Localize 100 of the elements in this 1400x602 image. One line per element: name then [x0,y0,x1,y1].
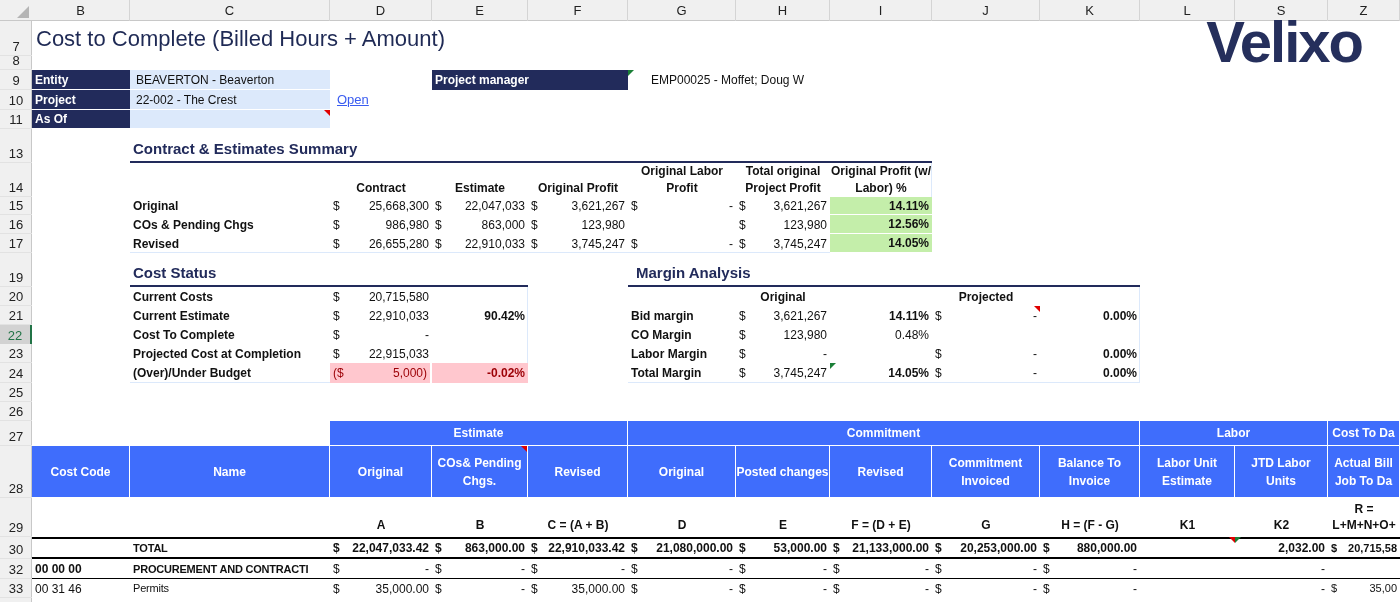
field-value: EMP00025 - Moffet; Doug W [651,72,805,89]
currency-symbol: $ [1043,580,1050,598]
amount: - [1033,345,1037,363]
currency-symbol: $ [333,540,340,557]
row-header[interactable]: 8 [0,56,32,70]
row-header[interactable]: 20 [0,287,32,306]
column-heading: Original Profit [537,180,619,197]
column-header[interactable]: Z [1328,0,1400,21]
row-header[interactable]: 16 [0,215,32,234]
open-link[interactable]: Open [337,90,369,110]
row-header[interactable]: 19 [0,258,32,287]
column-header[interactable]: E [432,0,528,21]
currency-symbol: $ [935,580,942,598]
currency-symbol: $ [739,326,746,344]
currency-symbol: $ [631,198,638,215]
amount: - [1033,307,1037,325]
input-field[interactable] [130,110,330,129]
row-header[interactable]: 17 [0,234,32,253]
currency-symbol: $ [435,235,442,253]
input-field[interactable]: 22-002 - The Crest [130,90,330,110]
row-header[interactable]: 7 [0,21,32,56]
amount: - [729,580,733,598]
row-header[interactable]: 30 [0,537,32,559]
column-header[interactable]: C [130,0,330,21]
group-header: Cost To Da [1328,421,1400,446]
column-header[interactable]: K [1040,0,1140,21]
section-title: Contract & Estimates Summary [130,135,932,163]
column-heading: Original Profit (w/ Labor) % [830,163,932,197]
column-header[interactable]: G [628,0,736,21]
currency-symbol: $ [435,580,442,598]
amount: 35,00 [1369,581,1397,597]
currency-symbol: $ [739,198,746,215]
currency-symbol: $ [531,561,538,578]
percentage: 0.00% [1102,345,1137,363]
amount: 22,047,033.42 [352,540,429,557]
amount: 863,000 [481,216,525,234]
row-label: Cost To Complete [132,326,236,344]
row-label: Total Margin [630,365,703,382]
percentage: 14.05% [830,234,932,253]
group-header: Commitment [628,421,1140,446]
row-header[interactable]: 29 [0,498,32,537]
column-header[interactable]: D [330,0,432,21]
sheet-title: Cost to Complete (Billed Hours + Amount) [35,25,446,53]
amount: 22,910,033 [368,307,429,325]
currency-symbol: $ [333,288,340,306]
amount: - [823,561,827,578]
column-header[interactable]: I [830,0,932,21]
currency-symbol: $ [435,540,442,557]
amount: 35,000.00 [375,580,429,598]
column-heading: Original [628,446,736,498]
amount: 3,745,247 [571,235,625,253]
row-label: COs & Pending Chgs [132,216,255,234]
row-header[interactable]: 27 [0,421,32,446]
row-header[interactable]: 15 [0,197,32,215]
row-label: Projected Cost at Completion [132,345,303,363]
currency-symbol: $ [333,307,340,325]
column-header[interactable]: F [528,0,628,21]
column-header[interactable]: H [736,0,830,21]
amount: - [425,326,429,344]
section-title: Cost Status [130,258,528,287]
row-header[interactable]: 13 [0,135,32,163]
column-heading: Revised [528,446,628,498]
column-heading: Contract [355,180,407,197]
currency-symbol: $ [1043,561,1050,578]
currency-symbol: $ [739,307,746,325]
currency-symbol: $ [833,561,840,578]
row-header[interactable]: 23 [0,344,32,363]
amount: - [925,580,929,598]
column-header[interactable]: B [32,0,130,21]
row-header[interactable]: 14 [0,163,32,197]
currency-symbol: $ [739,540,746,557]
amount: 22,047,033 [464,198,525,215]
amount: 25,668,300 [368,198,429,215]
column-header[interactable]: J [932,0,1040,21]
amount: 5,000) [392,365,427,382]
column-header[interactable]: L [1140,0,1235,21]
currency-symbol: $ [833,540,840,557]
currency-symbol: $ [631,580,638,598]
column-heading: Original [759,288,807,306]
row-header[interactable]: 24 [0,363,32,383]
row-header[interactable]: 22 [0,325,32,344]
amount: 21,080,000.00 [656,540,733,557]
select-all-icon[interactable] [17,6,29,18]
currency-symbol: $ [531,540,538,557]
percentage: 14.05% [888,365,929,382]
input-field[interactable]: BEAVERTON - Beaverton [130,70,330,90]
row-header[interactable]: 25 [0,383,32,402]
column-header[interactable]: S [1235,0,1328,21]
formula-label: A [375,517,387,534]
row-header[interactable]: 32 [0,559,32,579]
percentage: 14.11% [830,197,932,215]
currency-symbol: $ [739,580,746,598]
currency-symbol: $ [435,216,442,234]
row-header[interactable]: 33 [0,579,32,598]
row-header[interactable]: 26 [0,402,32,421]
currency-symbol: $ [1331,581,1338,597]
currency-symbol: $ [333,561,340,578]
currency-symbol: $ [739,365,746,382]
row-label: Original [132,198,180,215]
item-name: Permits [132,581,170,597]
